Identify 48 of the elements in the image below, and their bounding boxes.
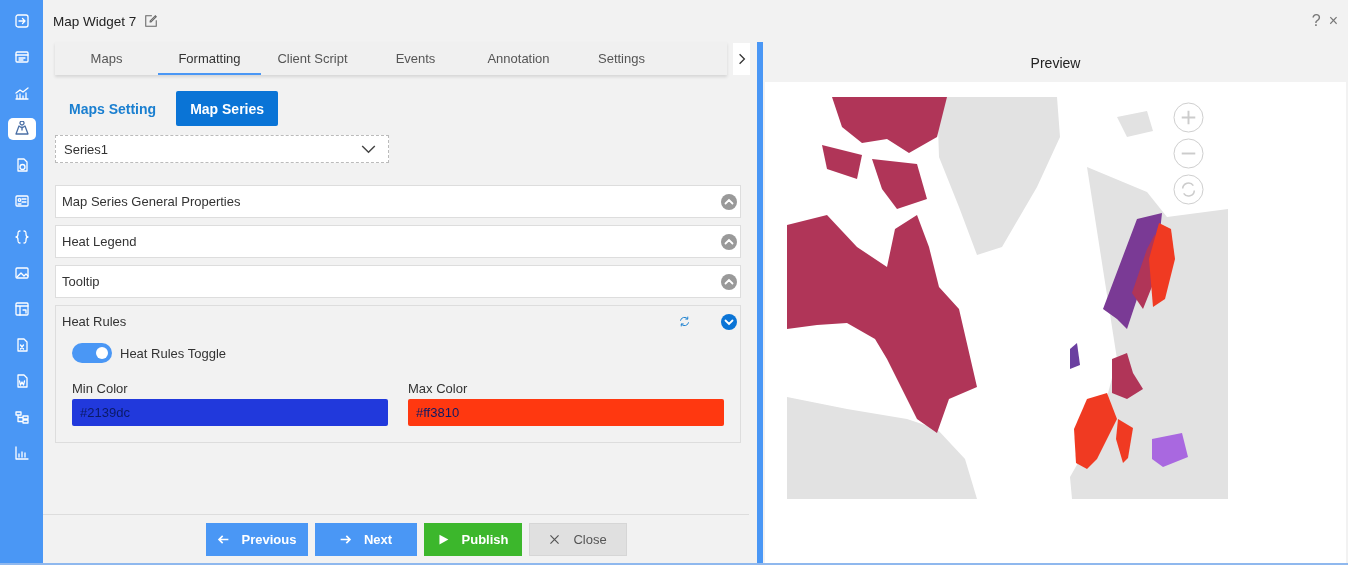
table-icon bbox=[13, 301, 30, 317]
chevron-up-icon[interactable] bbox=[721, 233, 737, 250]
chevron-down-icon[interactable] bbox=[721, 313, 737, 330]
close-button[interactable]: × bbox=[1328, 12, 1338, 30]
panel-title: Preview bbox=[765, 42, 1346, 82]
field-label: Min Color bbox=[72, 381, 129, 396]
braces-icon bbox=[13, 229, 30, 245]
sidebar-item[interactable] bbox=[7, 118, 36, 140]
section-title[interactable]: Heat Legend bbox=[62, 234, 713, 249]
section-title[interactable]: Heat Rules bbox=[62, 314, 670, 329]
close-icon bbox=[548, 532, 562, 546]
play-icon bbox=[436, 532, 450, 546]
card-icon bbox=[13, 193, 30, 209]
tab[interactable]: Maps bbox=[55, 42, 158, 75]
edit-icon[interactable] bbox=[144, 14, 159, 28]
tab[interactable]: Settings bbox=[570, 42, 673, 75]
window-title: Map Widget 7 bbox=[53, 13, 137, 29]
tab[interactable]: Formatting bbox=[158, 42, 261, 75]
color-field[interactable]: #ff3810 bbox=[408, 399, 724, 426]
chevron-up-icon[interactable] bbox=[721, 193, 737, 210]
tab[interactable]: Events bbox=[364, 42, 467, 75]
bars-icon bbox=[13, 445, 30, 461]
tree-icon bbox=[13, 409, 30, 425]
refresh-icon[interactable] bbox=[678, 315, 691, 328]
tab[interactable]: Annotation bbox=[467, 42, 570, 75]
tab[interactable]: Client Script bbox=[261, 42, 364, 75]
field-label: Max Color bbox=[408, 381, 469, 396]
scroll-tabs-button[interactable] bbox=[733, 42, 750, 75]
reset-icon[interactable] bbox=[1173, 174, 1204, 205]
section-title[interactable]: Tooltip bbox=[62, 274, 713, 289]
series-dropdown[interactable]: Series1 bbox=[55, 135, 389, 163]
chevron-right-icon bbox=[737, 51, 746, 66]
section-title[interactable]: Map Series General Properties bbox=[62, 194, 713, 209]
map-icon bbox=[13, 121, 30, 137]
close-button[interactable]: Close bbox=[528, 522, 627, 556]
chart-icon bbox=[13, 85, 30, 101]
zoom-in-icon[interactable] bbox=[1173, 102, 1204, 133]
login-icon bbox=[13, 13, 30, 29]
sub-tab[interactable]: Map Series bbox=[176, 91, 279, 126]
sub-tab[interactable]: Maps Setting bbox=[55, 91, 171, 126]
chevron-up-icon[interactable] bbox=[721, 273, 737, 290]
help-button[interactable]: ? bbox=[1311, 12, 1321, 30]
list-icon bbox=[13, 49, 30, 65]
toggle-switch[interactable] bbox=[72, 343, 112, 363]
chevron-down-icon bbox=[361, 144, 376, 154]
zoom-out-icon[interactable] bbox=[1173, 138, 1204, 169]
toggle-label: Heat Rules Toggle bbox=[120, 345, 226, 361]
image-icon bbox=[13, 265, 30, 281]
